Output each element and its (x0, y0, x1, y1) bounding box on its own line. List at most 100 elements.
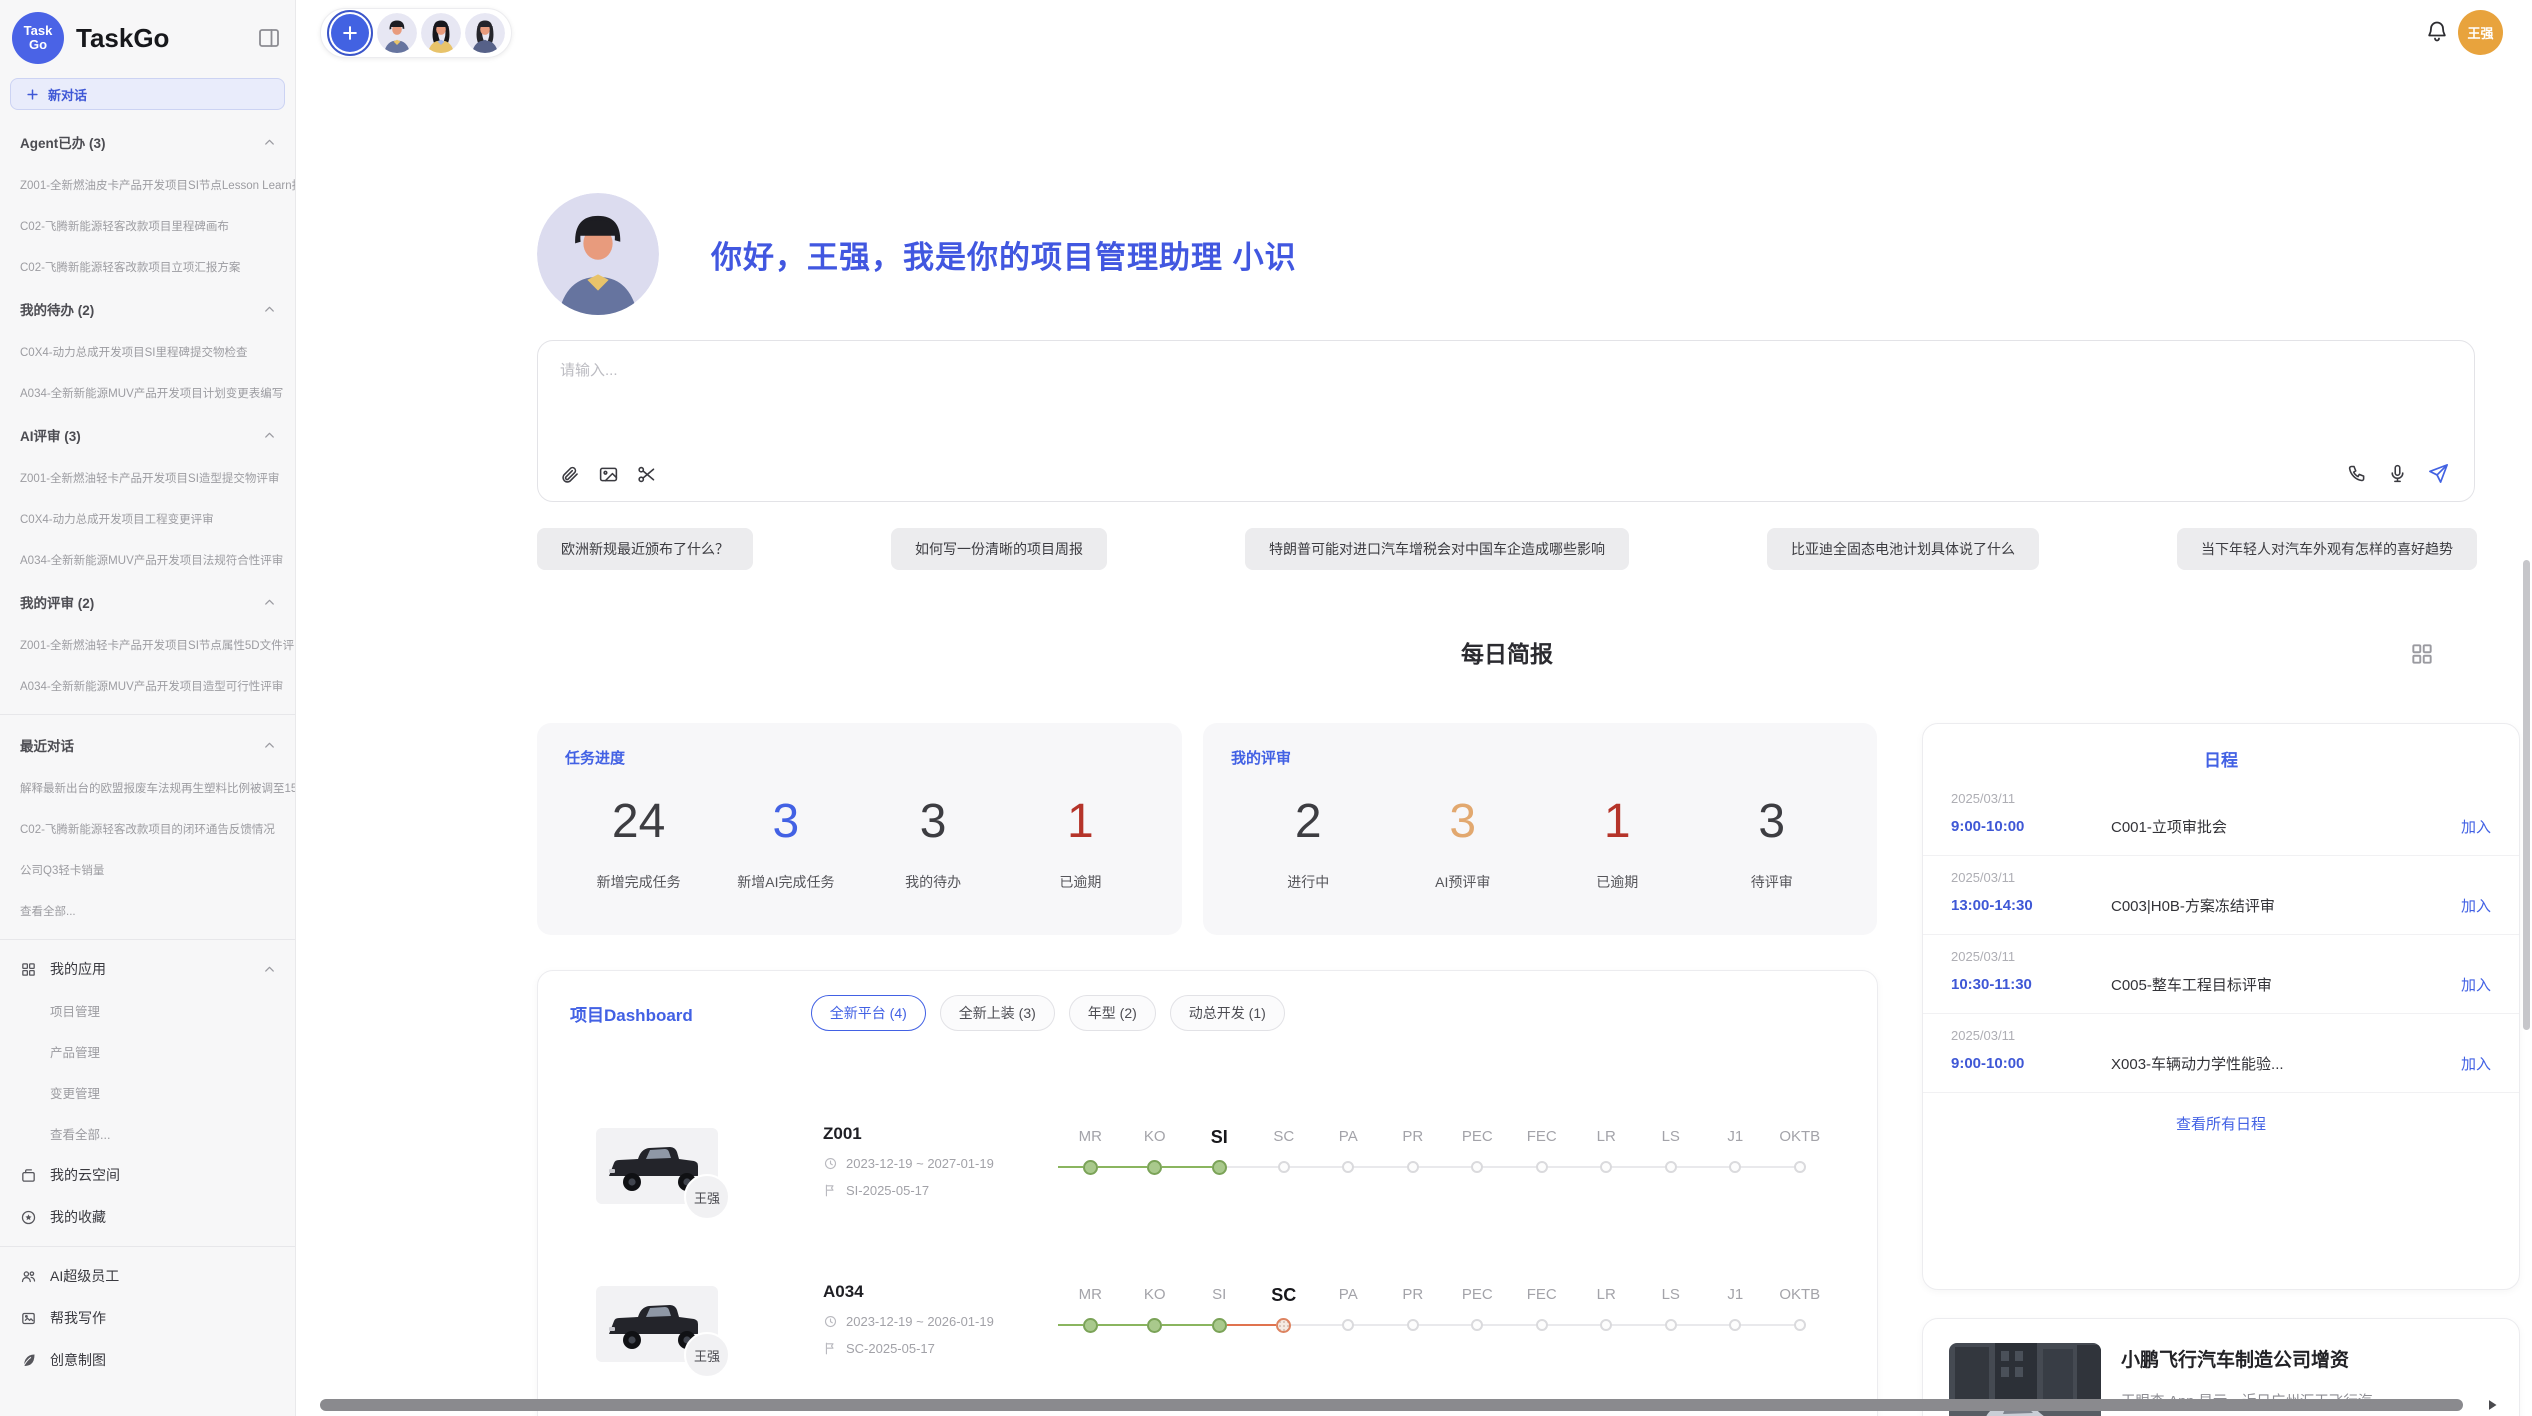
sidebar-recent-header[interactable]: 最近对话 (0, 723, 295, 767)
join-meeting-link[interactable]: 加入 (2461, 1053, 2491, 1074)
sidebar-item-ai-staff-users-icon[interactable]: AI超级员工 (0, 1255, 295, 1297)
milestone-dot-PA (1342, 1319, 1354, 1331)
horizontal-scrollbar[interactable] (320, 1399, 2463, 1411)
microphone-icon[interactable] (2387, 463, 2408, 484)
suggestion-chip[interactable]: 欧洲新规最近颁布了什么？ (537, 528, 753, 570)
stat-value: 3 (712, 786, 859, 858)
stat-item: 3 我的待办 (860, 786, 1007, 892)
milestone-timeline: MR KO SI SC PA PR PEC FEC LR LS (1058, 1280, 1834, 1338)
assistant-avatar-female-long-hair[interactable] (421, 13, 461, 53)
suggestion-chip[interactable]: 当下年轻人对汽车外观有怎样的喜好趋势 (2177, 528, 2477, 570)
send-icon[interactable] (2427, 462, 2450, 485)
sidebar-task-item[interactable]: C02-飞腾新能源轻客改款项目里程碑画布 (0, 205, 295, 246)
milestone-label-KO: KO (1123, 1122, 1188, 1154)
add-assistant-button[interactable] (331, 14, 369, 52)
stat-item: 24 新增完成任务 (565, 786, 712, 892)
assistant-avatar-male-short-hair[interactable] (377, 13, 417, 53)
milestone-dot-KO (1147, 1318, 1162, 1333)
stat-card-title: 我的评审 (1231, 747, 1849, 768)
project-row-A034[interactable]: 王强 A034 2023-12-19 ~ 2026-01-19 SC-2025-… (538, 1280, 1877, 1416)
sidebar-section-header[interactable]: 我的评审 (2) (0, 580, 295, 624)
new-chat-label: 新对话 (48, 85, 87, 104)
sidebar-task-item[interactable]: Z001-全新燃油轻卡产品开发项目SI造型提交物评审 (0, 457, 295, 498)
sidebar-task-item[interactable]: C0X4-动力总成开发项目SI里程碑提交物检查 (0, 331, 295, 372)
sidebar-task-item[interactable]: Z001-全新燃油轻卡产品开发项目SI节点属性5D文件评审 (0, 624, 295, 665)
divider (0, 714, 295, 715)
assistant-avatar-female-dark-top[interactable] (465, 13, 505, 53)
sidebar-item-writing-icon[interactable]: 帮我写作 (0, 1297, 295, 1339)
suggestion-chip[interactable]: 特朗普可能对进口汽车增税会对中国车企造成哪些影响 (1245, 528, 1629, 570)
chevron-up-icon[interactable] (262, 595, 277, 610)
sidebar-recent-item[interactable]: 公司Q3轻卡销量 (0, 849, 295, 890)
sidebar-task-item[interactable]: A034-全新新能源MUV产品开发项目法规符合性评审 (0, 539, 295, 580)
scroll-right-arrow-icon[interactable] (2483, 1396, 2501, 1414)
sidebar-task-item[interactable]: C02-飞腾新能源轻客改款项目立项汇报方案 (0, 246, 295, 287)
chevron-up-icon[interactable] (262, 962, 277, 977)
dashboard-tab[interactable]: 动总开发 (1) (1170, 995, 1285, 1031)
join-meeting-link[interactable]: 加入 (2461, 816, 2491, 837)
logo-line1: Task (24, 24, 53, 38)
suggestion-chip[interactable]: 如何写一份清晰的项目周报 (891, 528, 1107, 570)
milestone-dot-PEC (1471, 1319, 1483, 1331)
sidebar-app-item[interactable]: 变更管理 (0, 1072, 295, 1113)
stat-label: 已逾期 (1007, 872, 1154, 892)
stat-value: 1 (1540, 786, 1695, 858)
sidebar-app-item[interactable]: 查看全部... (0, 1113, 295, 1154)
collapse-sidebar-icon[interactable] (257, 26, 281, 50)
dashboard-tab[interactable]: 全新上装 (3) (940, 995, 1055, 1031)
sidebar-item-my-apps[interactable]: 我的应用 (0, 948, 295, 990)
chevron-up-icon[interactable] (262, 738, 277, 753)
sidebar-task-item[interactable]: A034-全新新能源MUV产品开发项目计划变更表编写 (0, 372, 295, 413)
sidebar-item-favorites-badge-icon[interactable]: 我的收藏 (0, 1196, 295, 1238)
task-progress-card: 任务进度 24 新增完成任务 3 新增AI完成任务 3 我的待办 1 已逾期 (537, 723, 1182, 935)
milestone-dot-LR (1600, 1161, 1612, 1173)
layout-grid-icon[interactable] (2409, 641, 2435, 667)
attach-image-icon[interactable] (598, 464, 619, 485)
milestone-label-LR: LR (1574, 1122, 1639, 1154)
user-avatar[interactable]: 王强 (2458, 10, 2503, 55)
sidebar-task-item[interactable]: Z001-全新燃油皮卡产品开发项目SI节点Lesson Learn报告 (0, 164, 295, 205)
sidebar-recent-item[interactable]: C02-飞腾新能源轻客改款项目的闭环通告反馈情况 (0, 808, 295, 849)
chat-input[interactable] (560, 359, 2452, 431)
project-row-Z001[interactable]: 王强 Z001 2023-12-19 ~ 2027-01-19 SI-2025-… (538, 1122, 1877, 1280)
stat-item: 1 已逾期 (1007, 786, 1154, 892)
sidebar-section-header[interactable]: AI评审 (3) (0, 413, 295, 457)
daily-brief-header: 每日简报 (537, 634, 2477, 674)
view-all-schedule-link[interactable]: 查看所有日程 (1923, 1093, 2519, 1154)
sidebar-recent-item[interactable]: 解释最新出台的欧盟报废车法规再生塑料比例被调至15%... (0, 767, 295, 808)
schedule-items: 2025/03/11 9:00-10:00 C001-立项审批会 加入 2025… (1923, 777, 2519, 1093)
join-meeting-link[interactable]: 加入 (2461, 895, 2491, 916)
vertical-scrollbar[interactable] (2523, 560, 2530, 1030)
sidebar-section-header[interactable]: 我的待办 (2) (0, 287, 295, 331)
sidebar-section-header[interactable]: Agent已办 (3) (0, 120, 295, 164)
chevron-up-icon[interactable] (262, 135, 277, 150)
screenshot-scissors-icon[interactable] (636, 464, 657, 485)
logo-line2: Go (29, 38, 47, 52)
sidebar-item-cloud-space-icon[interactable]: 我的云空间 (0, 1154, 295, 1196)
stat-value: 3 (1695, 786, 1850, 858)
voice-call-icon[interactable] (2347, 463, 2368, 484)
new-chat-button[interactable]: 新对话 (10, 78, 285, 110)
project-code: A034 (823, 1282, 994, 1302)
notification-bell-icon[interactable] (2425, 19, 2449, 43)
stat-label: AI预评审 (1386, 872, 1541, 892)
dashboard-tab[interactable]: 全新平台 (4) (811, 995, 926, 1031)
sidebar-item-creative-quill-icon[interactable]: 创意制图 (0, 1339, 295, 1381)
chevron-up-icon[interactable] (262, 302, 277, 317)
sidebar-app-item[interactable]: 产品管理 (0, 1031, 295, 1072)
suggestion-chip[interactable]: 比亚迪全固态电池计划具体说了什么 (1767, 528, 2039, 570)
milestone-label-PA: PA (1316, 1122, 1381, 1154)
schedule-name: C003|H0B-方案冻结评审 (2111, 895, 2461, 916)
stat-item: 3 AI预评审 (1386, 786, 1541, 892)
chevron-up-icon[interactable] (262, 428, 277, 443)
dashboard-tab[interactable]: 年型 (2) (1069, 995, 1156, 1031)
app-title: TaskGo (76, 23, 257, 54)
sidebar-recent-item[interactable]: 查看全部... (0, 890, 295, 931)
sidebar-task-item[interactable]: A034-全新新能源MUV产品开发项目造型可行性评审 (0, 665, 295, 706)
attach-file-icon[interactable] (560, 464, 581, 485)
join-meeting-link[interactable]: 加入 (2461, 974, 2491, 995)
project-milestone-date: SC-2025-05-17 (823, 1341, 994, 1356)
sidebar-app-item[interactable]: 项目管理 (0, 990, 295, 1031)
stat-item: 1 已逾期 (1540, 786, 1695, 892)
sidebar-task-item[interactable]: C0X4-动力总成开发项目工程变更评审 (0, 498, 295, 539)
